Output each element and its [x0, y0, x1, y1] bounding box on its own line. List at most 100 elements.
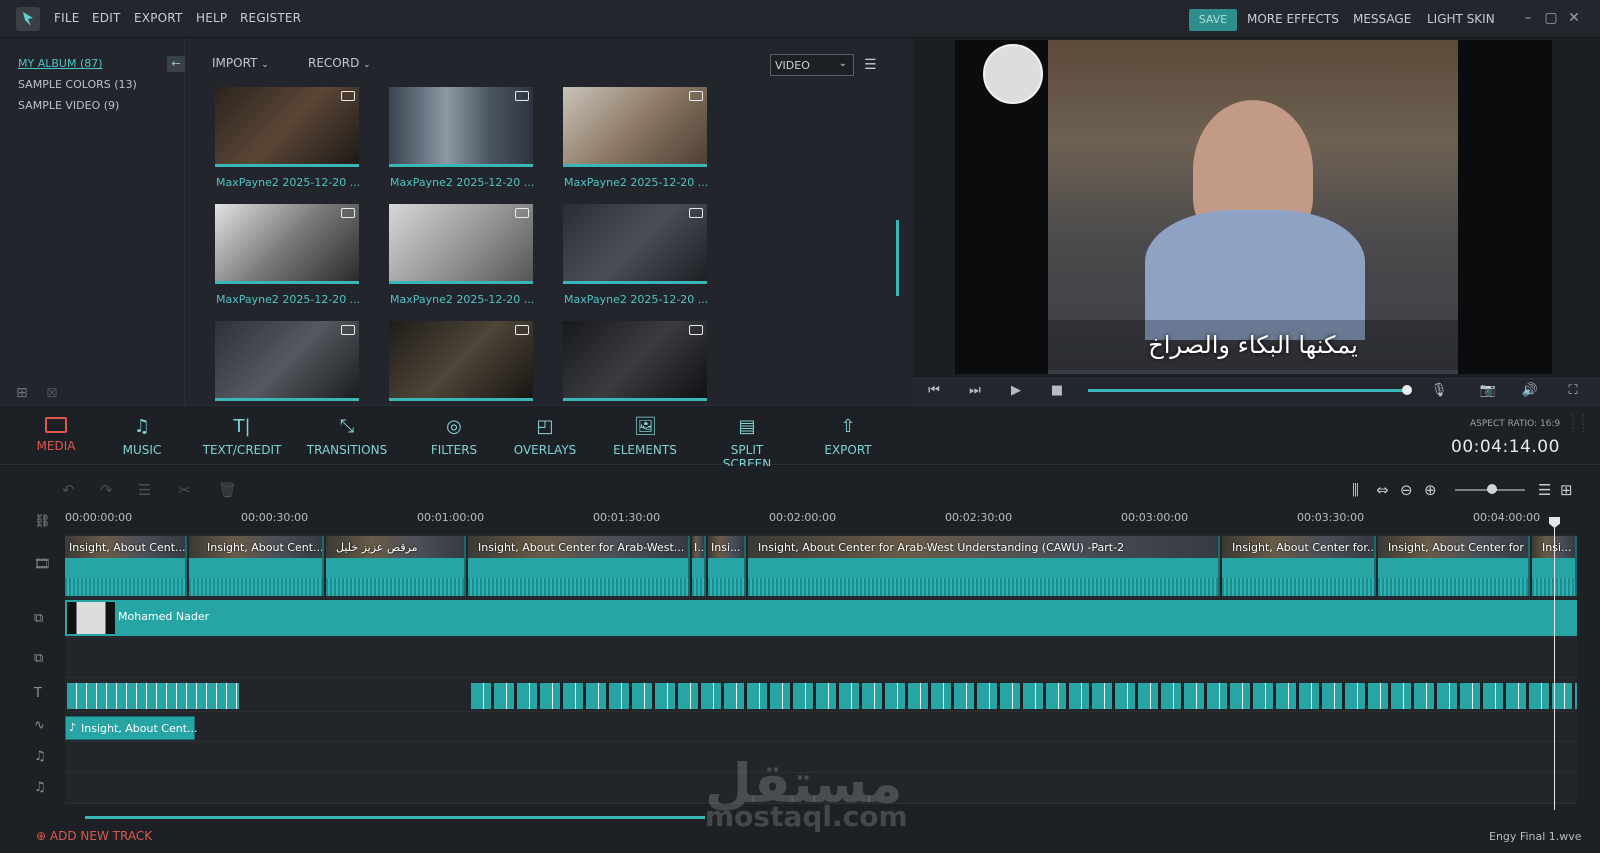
snapshot-camera-icon[interactable]: 📷	[1479, 383, 1497, 398]
transition-icon: ⤡	[339, 416, 355, 437]
media-scrollbar[interactable]	[896, 220, 899, 296]
delete-folder-icon[interactable]: ⊠	[46, 385, 58, 401]
media-thumbnail[interactable]	[389, 87, 533, 167]
image-icon: 🖼	[634, 416, 657, 437]
volume-icon[interactable]: 🔊	[1521, 383, 1539, 398]
media-thumbnail[interactable]	[563, 87, 707, 167]
clip-label: Insight, About Cent...	[69, 541, 186, 554]
timeline-scrollbar[interactable]	[85, 816, 705, 819]
tool-split-screen[interactable]: ▤ SPLIT SCREEN	[706, 405, 788, 472]
undo-icon[interactable]: ↶	[62, 481, 75, 499]
app-logo-icon	[16, 7, 40, 31]
video-camera-icon	[689, 91, 703, 101]
playback-progress-knob[interactable]	[1402, 385, 1412, 395]
audio-track-1[interactable]	[65, 712, 1577, 742]
microphone-icon[interactable]: 🎙	[1430, 383, 1448, 398]
video-clip[interactable]: Insight, About Cent...	[189, 536, 324, 596]
delete-icon[interactable]: 🗑	[218, 481, 237, 499]
video-camera-icon	[515, 91, 529, 101]
tool-elements[interactable]: 🖼 ELEMENTS	[612, 405, 678, 465]
light-skin-link[interactable]: LIGHT SKIN	[1427, 12, 1495, 26]
tool-transitions[interactable]: ⤡ TRANSITIONS	[302, 405, 392, 465]
pip-clip[interactable]: Mohamed Nader	[65, 600, 1577, 636]
video-camera-icon	[341, 91, 355, 101]
clip-label: Insight, About Cent...	[207, 541, 324, 554]
fullscreen-icon[interactable]: ⛶	[1564, 383, 1582, 398]
zoom-in-icon[interactable]: ⊕	[1424, 481, 1437, 499]
tool-media[interactable]: MEDIA	[30, 405, 82, 465]
playback-progress-bar[interactable]	[1088, 389, 1406, 392]
collapse-arrow-icon[interactable]: ←	[167, 56, 185, 72]
video-clip[interactable]: I...	[692, 536, 706, 596]
audio-mixer-icon[interactable]: ⫼	[1352, 481, 1359, 499]
previous-frame-icon[interactable]: ⏮	[925, 383, 943, 398]
timeline-zoom-knob[interactable]	[1487, 484, 1497, 494]
fit-timeline-icon[interactable]: ⇔	[1376, 481, 1389, 499]
playhead-line[interactable]	[1554, 520, 1555, 810]
ruler-time-label: 00:03:30:00	[1297, 511, 1365, 524]
more-effects-link[interactable]: MORE EFFECTS	[1247, 12, 1339, 26]
video-clip[interactable]: Insight, About Center for Arab-West Unde…	[748, 536, 1220, 596]
menu-edit[interactable]: EDIT	[92, 11, 121, 25]
maximize-icon[interactable]: ▢	[1542, 9, 1560, 27]
video-clip[interactable]: Insight, About Center for...	[1222, 536, 1376, 596]
stop-icon[interactable]: ■	[1048, 383, 1066, 398]
video-clip[interactable]: Insight, About Cent...	[65, 536, 187, 596]
tool-text-credit[interactable]: T| TEXT/CREDIT	[200, 405, 284, 465]
snap-icon[interactable]: ⛓	[34, 514, 51, 529]
music-track-icon: ♫	[34, 780, 46, 795]
list-layout-icon[interactable]: ☰	[1538, 481, 1551, 499]
list-view-icon[interactable]: ☰	[864, 57, 877, 73]
text-clip-group[interactable]	[67, 683, 239, 709]
next-frame-icon[interactable]: ⏭	[966, 383, 984, 398]
audio-clip[interactable]: ♪ Insight, About Cent...	[65, 716, 198, 740]
media-thumbnail[interactable]	[215, 321, 359, 401]
tool-filters[interactable]: ◎ FILTERS	[418, 405, 490, 465]
save-button[interactable]: SAVE	[1189, 9, 1237, 31]
menu-help[interactable]: HELP	[196, 11, 227, 25]
video-camera-icon	[689, 208, 703, 218]
menu-export[interactable]: EXPORT	[134, 11, 182, 25]
video-clip[interactable]: Insight, About Center for Arab-West...	[468, 536, 690, 596]
tool-overlays[interactable]: ◰ OVERLAYS	[512, 405, 578, 465]
media-type-select[interactable]: VIDEO ⌄	[770, 54, 854, 76]
message-link[interactable]: MESSAGE	[1353, 12, 1411, 26]
tool-label: EXPORT	[824, 443, 872, 457]
video-clip[interactable]: Insi...	[708, 536, 746, 596]
grid-layout-icon[interactable]: ⊞	[1560, 481, 1573, 499]
menu-register[interactable]: REGISTER	[240, 11, 301, 25]
minimize-icon[interactable]: –	[1519, 9, 1537, 27]
music-track-icon: ♫	[34, 749, 46, 764]
media-thumbnail[interactable]	[563, 321, 707, 401]
import-dropdown[interactable]: IMPORT ⌄	[212, 56, 269, 70]
video-clip[interactable]: Insight, About Center for ...	[1378, 536, 1530, 596]
pip-track-2[interactable]	[65, 638, 1577, 678]
tool-music[interactable]: ♫ MUSIC	[116, 405, 168, 465]
cut-icon[interactable]: ✂	[178, 481, 191, 499]
tool-export[interactable]: ⇧ EXPORT	[820, 405, 876, 465]
music-note-icon: ♫	[133, 416, 151, 437]
tool-label: FILTERS	[430, 443, 478, 457]
record-dropdown[interactable]: RECORD ⌄	[308, 56, 371, 70]
close-icon[interactable]: ✕	[1565, 9, 1583, 27]
zoom-out-icon[interactable]: ⊖	[1400, 481, 1413, 499]
menu-file[interactable]: FILE	[54, 11, 80, 25]
media-thumbnail[interactable]	[389, 321, 533, 401]
adjust-icon[interactable]: ☰	[138, 481, 151, 499]
media-thumbnail[interactable]	[389, 204, 533, 284]
ruler-time-label: 00:00:00:00	[65, 511, 133, 524]
album-sample-colors[interactable]: SAMPLE COLORS (13)	[18, 78, 137, 91]
album-my-album[interactable]: MY ALBUM (87)	[18, 57, 103, 70]
album-sample-video[interactable]: SAMPLE VIDEO (9)	[18, 99, 119, 112]
drag-handle-icon[interactable]: ⋮⋮ ⋮⋮	[1568, 415, 1588, 434]
media-thumbnail[interactable]	[215, 204, 359, 284]
media-thumbnail[interactable]	[563, 204, 707, 284]
add-new-track-button[interactable]: ⊕ ADD NEW TRACK	[36, 829, 152, 843]
add-folder-icon[interactable]: ⊞	[16, 385, 28, 401]
media-thumbnail[interactable]	[215, 87, 359, 167]
video-clip[interactable]: مرقص عزيز خليل	[326, 536, 466, 596]
clip-label: Insight, About Center for ...	[1388, 541, 1530, 554]
redo-icon[interactable]: ↷	[100, 481, 113, 499]
play-icon[interactable]: ▶	[1007, 383, 1025, 398]
text-clip-group[interactable]	[471, 683, 1577, 709]
